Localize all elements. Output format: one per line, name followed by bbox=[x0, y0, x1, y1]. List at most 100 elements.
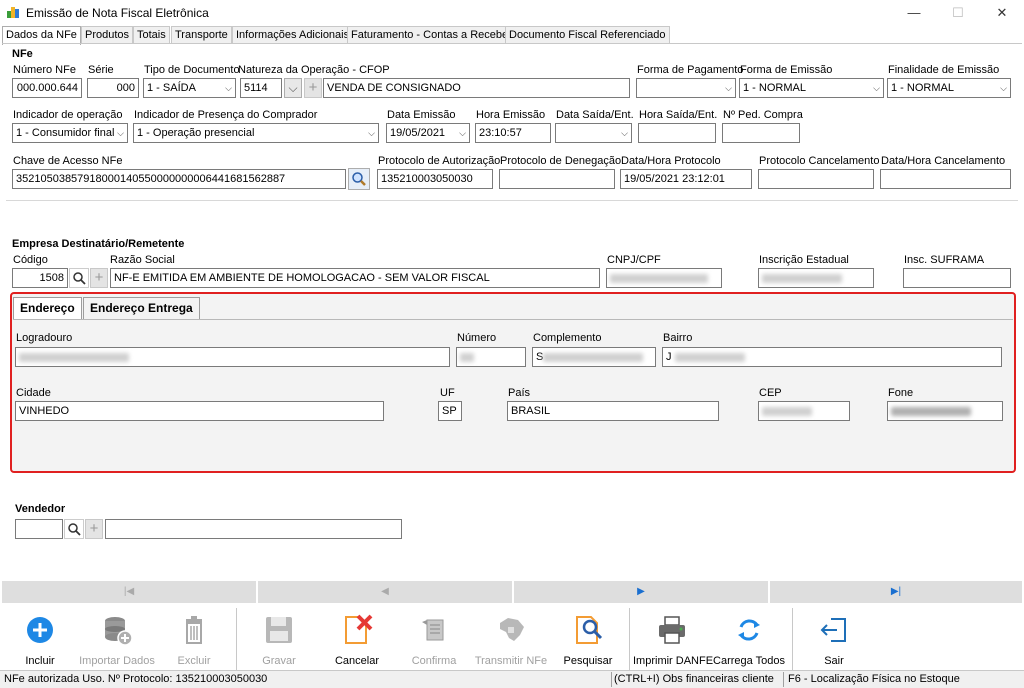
subtab-divider bbox=[13, 319, 1013, 320]
vendedor-nome-field[interactable] bbox=[105, 519, 402, 539]
data-emissao-label: Data Emissão bbox=[387, 109, 456, 121]
codigo-cliente-field[interactable]: 1508 bbox=[12, 268, 68, 288]
prev-record-button[interactable]: ◀ bbox=[258, 581, 514, 603]
data-cancelamento-field[interactable] bbox=[880, 169, 1011, 189]
cidade-field[interactable]: VINHEDO bbox=[15, 401, 384, 421]
numero-nfe-label: Número NFe bbox=[13, 64, 76, 76]
toolbar-separator bbox=[629, 608, 630, 670]
tab-endereco[interactable]: Endereço bbox=[13, 297, 82, 320]
bairro-field[interactable]: J bbox=[662, 347, 1002, 367]
add-circle-icon bbox=[23, 613, 57, 647]
protocolo-denegacao-field[interactable] bbox=[499, 169, 615, 189]
add-cfop-button[interactable]: + bbox=[304, 78, 322, 98]
forma-emissao-value: 1 - NORMAL bbox=[743, 82, 806, 94]
natureza-operacao-field[interactable]: VENDA DE CONSIGNADO bbox=[323, 78, 630, 98]
add-cliente-button[interactable]: + bbox=[90, 268, 108, 288]
minimize-button[interactable]: — bbox=[894, 0, 934, 26]
imprimir-label: Imprimir DANFE bbox=[633, 655, 714, 667]
complemento-field[interactable]: S bbox=[532, 347, 656, 367]
protocolo-autorizacao-field[interactable]: 135210003050030 bbox=[377, 169, 493, 189]
search-chave-button[interactable] bbox=[348, 168, 370, 190]
tab-endereco-entrega[interactable]: Endereço Entrega bbox=[83, 297, 200, 319]
pesquisar-button[interactable]: Pesquisar bbox=[549, 607, 627, 671]
cidade-label: Cidade bbox=[16, 387, 51, 399]
gravar-button[interactable]: Gravar bbox=[240, 607, 318, 671]
logradouro-field[interactable] bbox=[15, 347, 450, 367]
tab-faturamento[interactable]: Faturamento - Contas a Receber bbox=[347, 26, 516, 44]
tab-totais[interactable]: Totais bbox=[133, 26, 170, 44]
fone-field[interactable] bbox=[887, 401, 1003, 421]
bairro-label: Bairro bbox=[663, 332, 693, 344]
nfe-section-title: NFe bbox=[12, 48, 33, 60]
finalidade-select[interactable]: 1 - NORMAL ⌵ bbox=[887, 78, 1011, 98]
confirma-button[interactable]: Confirma bbox=[395, 607, 473, 671]
inscricao-estadual-field[interactable] bbox=[758, 268, 874, 288]
imprimir-danfe-button[interactable]: Imprimir DANFE bbox=[633, 607, 714, 671]
record-navigation: |◀ ◀ ▶ ▶| bbox=[2, 581, 1022, 603]
hora-emissao-label: Hora Emissão bbox=[476, 109, 546, 121]
cancelar-label: Cancelar bbox=[334, 655, 380, 667]
protocolo-cancelamento-field[interactable] bbox=[758, 169, 874, 189]
cnpj-field[interactable] bbox=[606, 268, 722, 288]
tipo-documento-select[interactable]: 1 - SAÍDA ⌵ bbox=[143, 78, 236, 98]
add-vendedor-button[interactable]: + bbox=[85, 519, 103, 539]
codigo-label: Código bbox=[13, 254, 48, 266]
tab-produtos[interactable]: Produtos bbox=[81, 26, 134, 44]
search-vendedor-button[interactable] bbox=[64, 519, 84, 539]
cfop-dropdown-button[interactable]: ⌵ bbox=[284, 78, 302, 98]
data-protocolo-field[interactable]: 19/05/2021 23:12:01 bbox=[620, 169, 752, 189]
first-record-button[interactable]: |◀ bbox=[2, 581, 258, 603]
pais-field[interactable]: BRASIL bbox=[507, 401, 719, 421]
excluir-button[interactable]: Excluir bbox=[155, 607, 233, 671]
empresa-section-title: Empresa Destinatário/Remetente bbox=[12, 238, 185, 250]
incluir-button[interactable]: Incluir bbox=[1, 607, 79, 671]
next-record-button[interactable]: ▶ bbox=[514, 581, 770, 603]
tab-transporte[interactable]: Transporte bbox=[171, 26, 232, 44]
maximize-button[interactable]: ☐ bbox=[938, 0, 978, 26]
indicador-operacao-label: Indicador de operação bbox=[13, 109, 123, 121]
cancelar-button[interactable]: Cancelar bbox=[318, 607, 396, 671]
incluir-label: Incluir bbox=[25, 655, 55, 667]
pedido-compra-field[interactable] bbox=[722, 123, 800, 143]
serie-field[interactable]: 000 bbox=[87, 78, 139, 98]
status-separator bbox=[611, 672, 612, 687]
indicador-operacao-select[interactable]: 1 - Consumidor final ⌵ bbox=[12, 123, 128, 143]
cep-field[interactable] bbox=[758, 401, 850, 421]
natureza-label: Natureza da Operação - CFOP bbox=[238, 64, 390, 76]
pesquisar-label: Pesquisar bbox=[563, 655, 613, 667]
carrega-label: Carrega Todos bbox=[713, 655, 785, 667]
data-saida-picker[interactable]: ⌵ bbox=[555, 123, 632, 143]
chevron-down-icon: ⌵ bbox=[368, 128, 375, 138]
forma-emissao-select[interactable]: 1 - NORMAL ⌵ bbox=[739, 78, 884, 98]
transmitir-nfe-button[interactable]: Transmitir NFe bbox=[472, 607, 550, 671]
data-cancelamento-label: Data/Hora Cancelamento bbox=[881, 155, 1006, 167]
refresh-icon bbox=[732, 613, 766, 647]
cfop-field[interactable]: 5114 bbox=[240, 78, 282, 98]
transmitir-label: Transmitir NFe bbox=[474, 655, 548, 667]
chave-acesso-field[interactable]: 3521050385791800014055000000000644168156… bbox=[12, 169, 346, 189]
fone-label: Fone bbox=[888, 387, 914, 399]
data-emissao-picker[interactable]: 19/05/2021 ⌵ bbox=[386, 123, 470, 143]
sair-button[interactable]: Sair bbox=[795, 607, 873, 671]
numero-field[interactable] bbox=[456, 347, 526, 367]
numero-nfe-field[interactable]: 000.000.644 bbox=[12, 78, 82, 98]
plus-icon: + bbox=[89, 520, 99, 537]
carrega-todos-button[interactable]: Carrega Todos bbox=[710, 607, 788, 671]
indicador-presenca-select[interactable]: 1 - Operação presencial ⌵ bbox=[133, 123, 379, 143]
redacted-value bbox=[610, 273, 708, 283]
tab-informacoes-adicionais[interactable]: Informações Adicionais bbox=[232, 26, 354, 44]
hora-saida-field[interactable] bbox=[638, 123, 716, 143]
search-cliente-button[interactable] bbox=[69, 268, 89, 288]
forma-pagamento-select[interactable]: ⌵ bbox=[636, 78, 736, 98]
importar-dados-button[interactable]: Importar Dados bbox=[78, 607, 156, 671]
tipo-documento-value: 1 - SAÍDA bbox=[147, 82, 196, 94]
tab-documento-referenciado[interactable]: Documento Fiscal Referenciado bbox=[505, 26, 670, 44]
close-button[interactable]: ✕ bbox=[982, 0, 1022, 26]
suframa-field[interactable] bbox=[903, 268, 1011, 288]
last-record-button[interactable]: ▶| bbox=[770, 581, 1022, 603]
uf-field[interactable]: SP bbox=[438, 401, 462, 421]
status-separator bbox=[783, 672, 784, 687]
razao-social-field[interactable]: NF-E EMITIDA EM AMBIENTE DE HOMOLOGACAO … bbox=[110, 268, 600, 288]
hora-emissao-field[interactable]: 23:10:57 bbox=[475, 123, 551, 143]
vendedor-codigo-field[interactable] bbox=[15, 519, 63, 539]
